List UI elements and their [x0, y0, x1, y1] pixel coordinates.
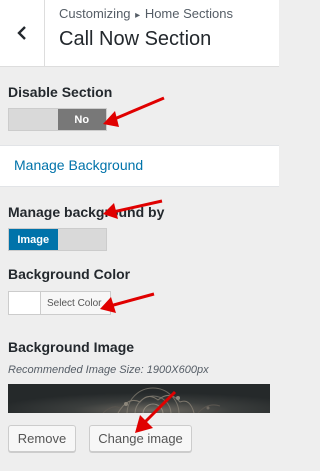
image-preview-art	[8, 384, 270, 413]
toggle-off-segment	[9, 109, 58, 130]
chevron-left-icon	[17, 26, 26, 40]
background-image-label: Background Image	[8, 339, 135, 355]
background-color-label: Background Color	[8, 266, 131, 282]
color-picker-button[interactable]: Select Color	[8, 291, 111, 315]
manage-background-by-label: Manage background by	[8, 204, 165, 220]
remove-image-button[interactable]: Remove	[8, 425, 76, 452]
back-button[interactable]	[0, 0, 45, 66]
page-title: Call Now Section	[59, 28, 212, 50]
toggle-value: No	[57, 109, 106, 130]
breadcrumb: Customizing ▸ Home Sections	[59, 6, 233, 21]
manage-background-by-toggle[interactable]: Image	[8, 228, 107, 251]
change-image-button[interactable]: Change image	[89, 425, 192, 452]
manage-background-link[interactable]: Manage Background	[14, 157, 143, 173]
disable-section-label: Disable Section	[8, 84, 113, 100]
breadcrumb-section: Home Sections	[144, 6, 233, 21]
manage-background-panel: Manage Background	[0, 145, 279, 187]
image-size-hint: Recommended Image Size: 1900X600px	[8, 364, 209, 376]
background-image-preview	[8, 384, 270, 413]
select-color-label: Select Color	[47, 297, 102, 309]
color-swatch	[9, 292, 41, 314]
toggle-off-segment	[57, 229, 106, 250]
breadcrumb-separator: ▸	[135, 10, 141, 21]
red-arrow-icon	[103, 96, 165, 127]
disable-section-toggle[interactable]: No	[8, 108, 107, 131]
toggle-value: Image	[9, 229, 58, 250]
breadcrumb-parent: Customizing	[59, 6, 131, 21]
customizer-header: Customizing ▸ Home Sections Call Now Sec…	[0, 0, 279, 67]
